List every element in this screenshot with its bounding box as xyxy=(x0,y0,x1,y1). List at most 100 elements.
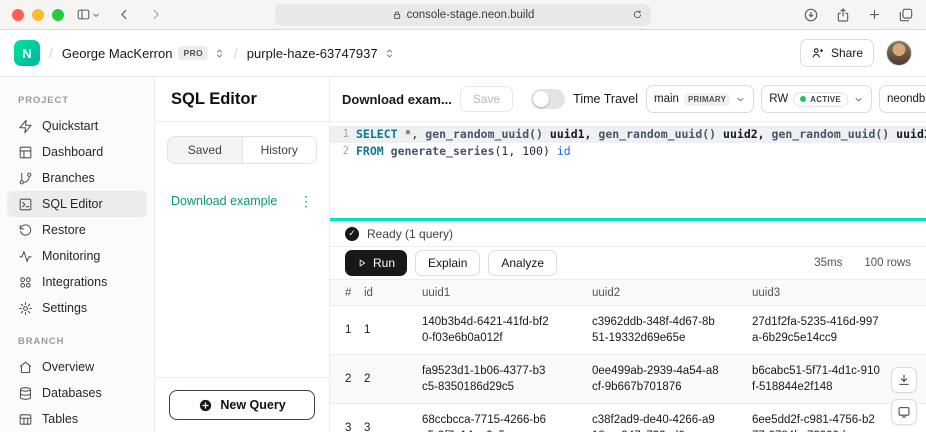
sidebar-item-label: Monitoring xyxy=(42,249,100,263)
results-header-row: # id uuid1 uuid2 uuid3 xyxy=(330,280,926,306)
check-icon: ✓ xyxy=(345,227,359,241)
sidebar-item-label: Settings xyxy=(42,301,87,315)
share-icon[interactable] xyxy=(835,7,851,23)
share-button[interactable]: Share xyxy=(800,39,874,67)
share-label: Share xyxy=(831,46,863,60)
query-duration: 35ms xyxy=(814,257,842,269)
gear-icon xyxy=(18,301,33,316)
branch-select[interactable]: main PRIMARY xyxy=(646,85,754,113)
tab-saved[interactable]: Saved xyxy=(168,137,243,163)
query-title: Download exam... xyxy=(342,92,452,107)
browser-actions xyxy=(803,7,914,23)
new-query-button[interactable]: New Query xyxy=(169,390,315,420)
sidebar-item-tables[interactable]: Tables xyxy=(7,406,147,432)
column-header: uuid1 xyxy=(422,280,592,306)
back-button[interactable] xyxy=(117,7,132,22)
status-dot xyxy=(800,96,806,102)
sidebar-item-label: Overview xyxy=(42,360,94,374)
time-travel-toggle[interactable] xyxy=(531,89,565,109)
database-name: neondb xyxy=(887,93,925,105)
status-text: Ready (1 query) xyxy=(367,227,453,241)
address-bar[interactable]: console-stage.neon.build xyxy=(275,4,651,26)
zoom-window-button[interactable] xyxy=(52,9,64,21)
tab-history[interactable]: History xyxy=(243,137,317,163)
home-icon xyxy=(18,360,33,375)
sidebar-item-quickstart[interactable]: Quickstart xyxy=(7,113,147,139)
sidebar-toggle-icon[interactable] xyxy=(76,7,91,22)
sidebar-item-monitoring[interactable]: Monitoring xyxy=(7,243,147,269)
download-icon xyxy=(897,373,911,387)
table-row: 2 2 fa9523d1-1b06-4377-b3c5-8350186d29c5… xyxy=(330,355,926,404)
tab-overview-icon[interactable] xyxy=(898,7,914,23)
reload-icon[interactable] xyxy=(632,9,643,20)
forward-button[interactable] xyxy=(148,7,163,22)
cell-uuid1: 68ccbcca-7715-4266-b6c5-9f7a14ea6e5e xyxy=(422,404,592,432)
sidebar-item-restore[interactable]: Restore xyxy=(7,217,147,243)
sidebar-item-integrations[interactable]: Integrations xyxy=(7,269,147,295)
chevron-down-icon xyxy=(735,94,746,105)
sidebar-item-databases[interactable]: Databases xyxy=(7,380,147,406)
avatar[interactable] xyxy=(886,40,912,66)
history-icon xyxy=(18,223,33,238)
sidebar-item-label: Databases xyxy=(42,386,102,400)
cell-uuid2: c38f2ad9-de40-4266-a918-ae947c732ed0 xyxy=(592,404,752,432)
minimize-window-button[interactable] xyxy=(32,9,44,21)
save-button[interactable]: Save xyxy=(460,86,513,112)
database-select[interactable]: neondb xyxy=(879,85,926,113)
activity-icon xyxy=(18,249,33,264)
traffic-lights xyxy=(12,9,64,21)
terminal-icon xyxy=(18,197,33,212)
sidebar-item-sql-editor[interactable]: SQL Editor xyxy=(7,191,147,217)
breadcrumb-user[interactable]: George MacKerron PRO xyxy=(62,46,225,61)
expand-results-button[interactable] xyxy=(891,399,917,425)
breadcrumb-project[interactable]: purple-haze-63747937 xyxy=(247,46,395,61)
run-button[interactable]: Run xyxy=(345,250,407,276)
zap-icon xyxy=(18,119,33,134)
chevron-down-icon xyxy=(853,94,864,105)
results-floating-actions xyxy=(891,367,917,425)
primary-badge: PRIMARY xyxy=(684,93,730,106)
chevron-down-icon[interactable] xyxy=(91,10,101,20)
lock-icon xyxy=(392,10,402,20)
code-text: FROM generate_series(1, 100) id xyxy=(356,143,571,160)
neon-logo[interactable]: N xyxy=(14,40,40,66)
line-number: 1 xyxy=(330,126,356,143)
new-tab-icon[interactable] xyxy=(867,7,882,22)
sidebar-item-dashboard[interactable]: Dashboard xyxy=(7,139,147,165)
saved-history-tabs: Saved History xyxy=(167,136,317,164)
compute-select[interactable]: RW ACTIVE xyxy=(761,85,872,113)
sidebar-item-branches[interactable]: Branches xyxy=(7,165,147,191)
results-table: # id uuid1 uuid2 uuid3 1 1 140b3b4d-6421… xyxy=(330,279,926,432)
sidebar-item-settings[interactable]: Settings xyxy=(7,295,147,321)
sql-editor-textarea[interactable]: 1 SELECT *, gen_random_uuid() uuid1, gen… xyxy=(330,122,926,218)
apps-icon xyxy=(18,275,33,290)
kebab-menu-icon[interactable]: ⋮ xyxy=(299,194,313,208)
panel-bottom: New Query xyxy=(155,377,329,432)
sidebar: PROJECT Quickstart Dashboard Branches SQ… xyxy=(0,77,155,432)
sidebar-item-overview[interactable]: Overview xyxy=(7,354,147,380)
git-branch-icon xyxy=(18,171,33,186)
endpoint-name: RW xyxy=(769,93,788,105)
branch-name: main xyxy=(654,93,679,105)
sidebar-item-label: Integrations xyxy=(42,275,107,289)
browser-chrome: console-stage.neon.build xyxy=(0,0,926,30)
close-window-button[interactable] xyxy=(12,9,24,21)
saved-query-item[interactable]: Download example ⋮ xyxy=(155,188,329,214)
explain-button[interactable]: Explain xyxy=(415,250,480,276)
cell-uuid3: 27d1f2fa-5235-416d-997a-6b29c5e14cc9 xyxy=(752,306,926,355)
chevron-updown-icon xyxy=(214,48,225,59)
column-header: id xyxy=(364,280,422,306)
line-number: 2 xyxy=(330,143,356,160)
download-results-button[interactable] xyxy=(891,367,917,393)
table-row: 1 1 140b3b4d-6421-41fd-bf20-f03e6b0a012f… xyxy=(330,306,926,355)
code-line: 1 SELECT *, gen_random_uuid() uuid1, gen… xyxy=(330,126,926,143)
table-icon xyxy=(18,412,33,427)
saved-query-name[interactable]: Download example xyxy=(171,194,277,208)
analyze-button[interactable]: Analyze xyxy=(488,250,557,276)
time-travel-label: Time Travel xyxy=(573,92,638,106)
active-badge-label: ACTIVE xyxy=(810,95,841,104)
breadcrumb-separator: / xyxy=(234,45,238,61)
downloads-icon[interactable] xyxy=(803,7,819,23)
sidebar-item-label: SQL Editor xyxy=(42,197,103,211)
chevron-updown-icon xyxy=(384,48,395,59)
